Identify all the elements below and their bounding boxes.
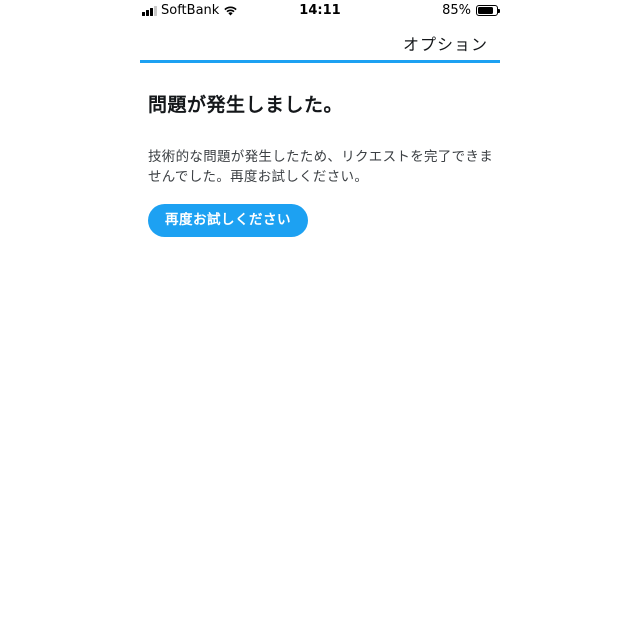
- battery-percent: 85%: [442, 3, 471, 18]
- battery-fill: [478, 7, 494, 14]
- nav-bar: オプション: [140, 22, 500, 63]
- retry-button[interactable]: 再度お試しください: [148, 204, 308, 237]
- error-message-line: せんでした。再度お試しください。: [148, 169, 369, 185]
- error-content: 問題が発生しました。 技術的な問題が発生したため、リクエストを完了できま せんで…: [148, 90, 493, 237]
- error-message-line: 技術的な問題が発生したため、リクエストを完了できま: [148, 149, 493, 165]
- app-screen: SoftBank 14:11 85% オプション 問題が発生しました。 技術的な…: [140, 0, 500, 640]
- error-message: 技術的な問題が発生したため、リクエストを完了できま せんでした。再度お試しくださ…: [148, 147, 493, 187]
- options-button[interactable]: オプション: [403, 31, 488, 55]
- error-title: 問題が発生しました。: [148, 94, 344, 116]
- status-right: 85%: [442, 3, 500, 18]
- status-bar: SoftBank 14:11 85%: [140, 0, 500, 22]
- battery-icon: [476, 5, 500, 16]
